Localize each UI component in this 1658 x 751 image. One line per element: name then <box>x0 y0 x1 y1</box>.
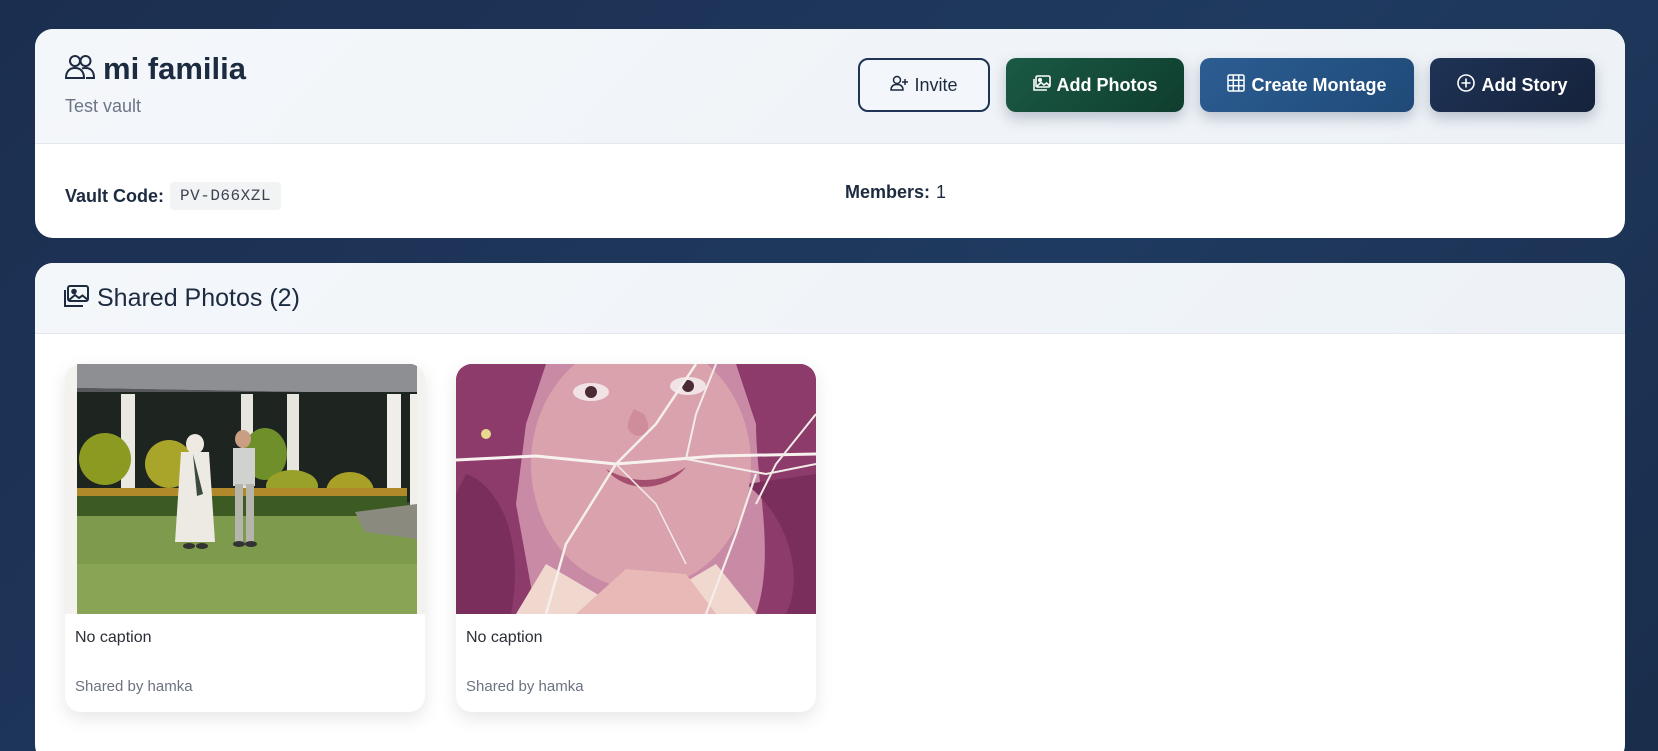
vault-header: mi familia Test vault Invite Add Photos … <box>35 29 1625 144</box>
shared-photos-card: Shared Photos (2) No caption Shared by h… <box>35 263 1625 751</box>
vault-members: Members: 1 <box>845 182 946 203</box>
add-story-button[interactable]: Add Story <box>1430 58 1595 112</box>
vault-title: mi familia <box>103 51 246 86</box>
shared-photos-title: Shared Photos (2) <box>97 283 300 312</box>
members-label: Members: <box>845 182 931 202</box>
vault-card: mi familia Test vault Invite Add Photos … <box>35 29 1625 238</box>
vault-description: Test vault <box>65 96 142 116</box>
photo-image[interactable] <box>65 364 425 614</box>
invite-button[interactable]: Invite <box>858 58 990 112</box>
members-count: 1 <box>936 182 947 202</box>
vault-title-row: mi familia <box>64 51 246 87</box>
photo-image[interactable] <box>456 364 816 614</box>
invite-button-label: Invite <box>914 74 958 95</box>
photo-shared-by: Shared by hamka <box>75 678 193 695</box>
add-photos-button[interactable]: Add Photos <box>1006 58 1184 112</box>
grid-icon <box>1227 73 1246 97</box>
photo-card[interactable]: No caption Shared by hamka <box>65 364 425 712</box>
add-photos-button-label: Add Photos <box>1056 74 1158 95</box>
create-montage-button[interactable]: Create Montage <box>1200 58 1414 112</box>
create-montage-button-label: Create Montage <box>1251 74 1387 95</box>
vault-info: Vault Code: PV-D66XZL Members: 1 <box>35 144 1625 237</box>
shared-photos-header: Shared Photos (2) <box>35 263 1625 334</box>
photo-caption: No caption <box>75 629 152 646</box>
images-icon <box>64 284 89 312</box>
vault-actions: Invite Add Photos Create Montage Add Sto… <box>858 58 1595 112</box>
plus-circle-icon <box>1457 73 1476 97</box>
images-icon <box>1032 74 1051 96</box>
photo-card[interactable]: No caption Shared by hamka <box>456 364 816 712</box>
vault-code-label: Vault Code: <box>65 185 165 206</box>
vault-code: Vault Code: PV-D66XZL <box>65 182 281 210</box>
vault-code-value: PV-D66XZL <box>170 182 281 210</box>
person-plus-icon <box>890 75 909 96</box>
people-icon <box>64 54 96 85</box>
photo-shared-by: Shared by hamka <box>466 678 584 695</box>
add-story-button-label: Add Story <box>1481 74 1568 95</box>
photo-caption: No caption <box>466 629 543 646</box>
